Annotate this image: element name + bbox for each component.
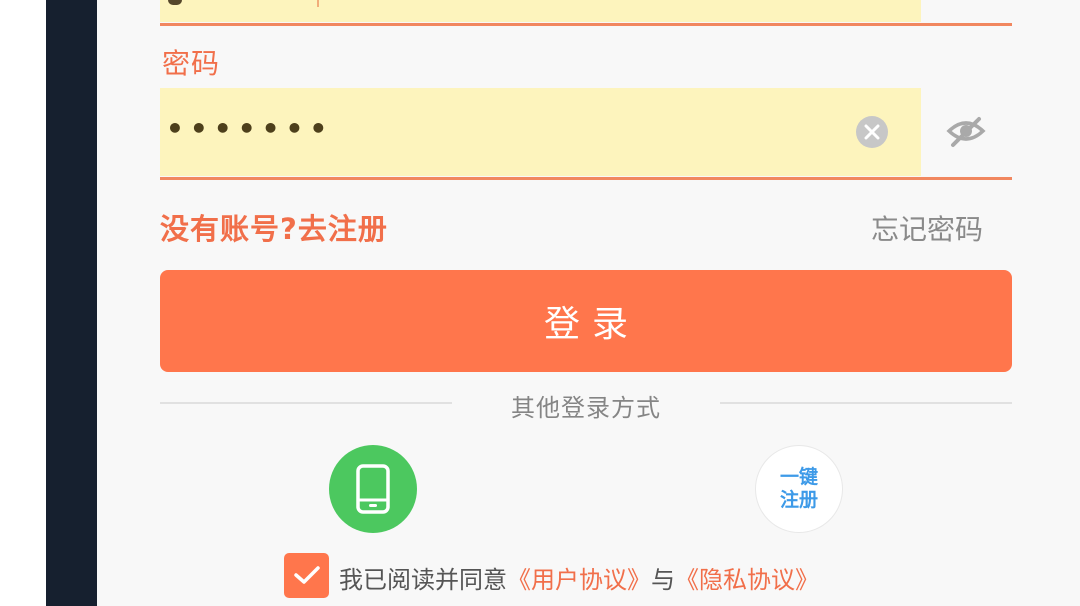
agreement-checkbox[interactable]	[284, 553, 329, 598]
login-button[interactable]: 登录	[160, 270, 1012, 372]
window-frame	[46, 0, 97, 606]
username-field[interactable]	[160, 0, 921, 22]
register-link[interactable]: 没有账号?去注册	[160, 206, 388, 248]
eye-slash-icon[interactable]	[946, 111, 986, 155]
forgot-password-link[interactable]: 忘记密码	[871, 208, 983, 248]
one-click-register-line2: 注册	[779, 489, 818, 511]
user-agreement-link[interactable]: 《用户协议》	[507, 566, 651, 594]
divider-line-left	[160, 402, 452, 404]
password-masked-value: •••••••	[166, 112, 334, 145]
privacy-policy-link[interactable]: 《隐私协议》	[675, 566, 819, 594]
one-click-register-button[interactable]: 一键 注册	[755, 445, 843, 533]
checkmark-icon	[294, 566, 320, 584]
mobile-phone-icon	[356, 464, 390, 514]
agreement-text: 我已阅读并同意《用户协议》与《隐私协议》	[339, 560, 819, 595]
username-underline	[160, 23, 1012, 26]
left-background	[0, 0, 46, 606]
text-cursor	[317, 0, 319, 7]
agreement-conjunction: 与	[651, 566, 675, 594]
other-login-label: 其他登录方式	[511, 394, 661, 422]
divider-line-right	[720, 402, 1012, 404]
agreement-prefix: 我已阅读并同意	[339, 566, 507, 594]
clear-icon[interactable]	[856, 116, 888, 148]
phone-login-button[interactable]	[329, 445, 417, 533]
password-label: 密码	[162, 47, 221, 80]
one-click-register-line1: 一键	[779, 466, 818, 488]
password-underline	[160, 177, 1012, 180]
